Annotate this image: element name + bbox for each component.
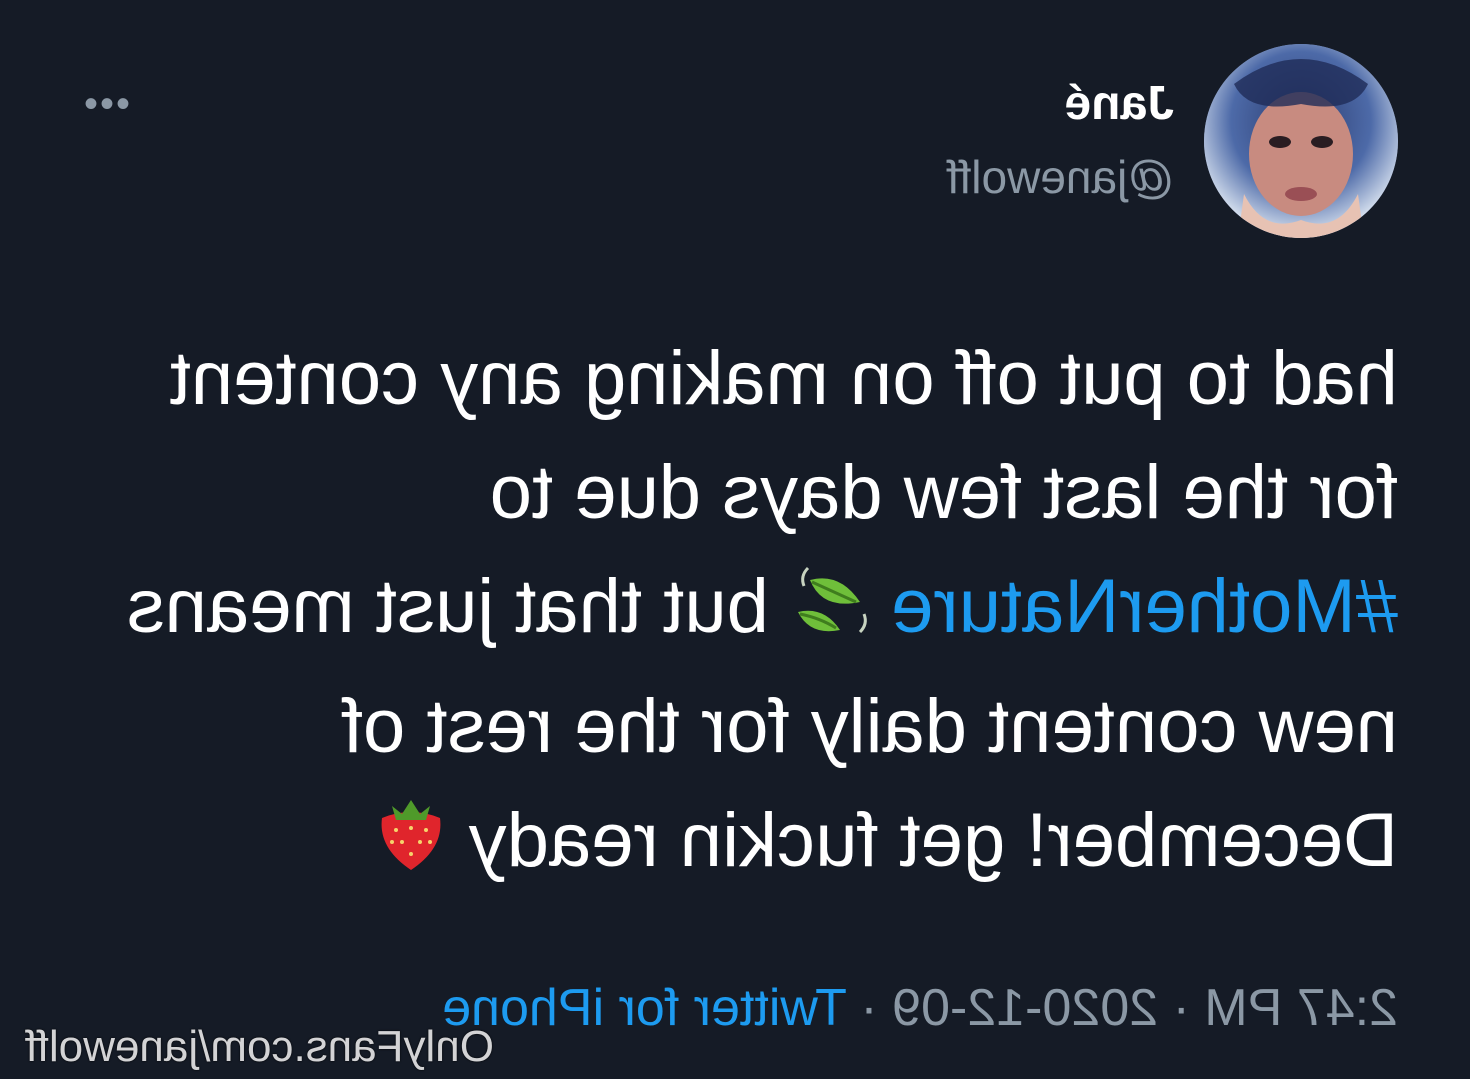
- separator: ·: [860, 979, 878, 1037]
- tweet-date[interactable]: 2020-12-09: [892, 979, 1158, 1037]
- avatar-photo: [1204, 44, 1398, 238]
- tweet-meta: 2:47 PM · 2020-12-09 · Twitter for iPhon…: [442, 978, 1398, 1038]
- watermark: OnlyFans.com/janewolff: [25, 1022, 494, 1071]
- tweet-source-link[interactable]: Twitter for iPhone: [442, 979, 847, 1037]
- more-options-button[interactable]: •••: [70, 82, 130, 126]
- tweet-line-text: December! get fuckin ready: [468, 798, 1398, 883]
- leaf-fluttering-icon: [790, 556, 870, 670]
- tweet-line: new content daily for the rest of: [341, 684, 1398, 769]
- tweet-line: December! get fuckin ready: [68, 784, 1398, 904]
- tweet-text: had to put off on making any content for…: [68, 322, 1398, 904]
- display-name[interactable]: Jané: [1065, 76, 1174, 131]
- tweet-line: had to put off on making any content: [169, 336, 1398, 421]
- strawberry-icon: [374, 790, 448, 904]
- more-horizontal-icon: •••: [81, 82, 130, 126]
- separator: ·: [1172, 979, 1190, 1037]
- tweet-time[interactable]: 2:47 PM: [1204, 979, 1398, 1037]
- hashtag-link[interactable]: #MotherNature: [891, 564, 1398, 649]
- mirrored-tweet-view: Jané @janewolff ••• had to put off on ma…: [0, 0, 1470, 1079]
- tweet-line: for the last few days due to: [489, 450, 1398, 535]
- avatar[interactable]: [1204, 44, 1398, 238]
- user-handle[interactable]: @janewolff: [947, 150, 1174, 204]
- tweet-line-text: but that just means: [126, 564, 769, 649]
- tweet-line: #MotherNature but that just means: [68, 550, 1398, 670]
